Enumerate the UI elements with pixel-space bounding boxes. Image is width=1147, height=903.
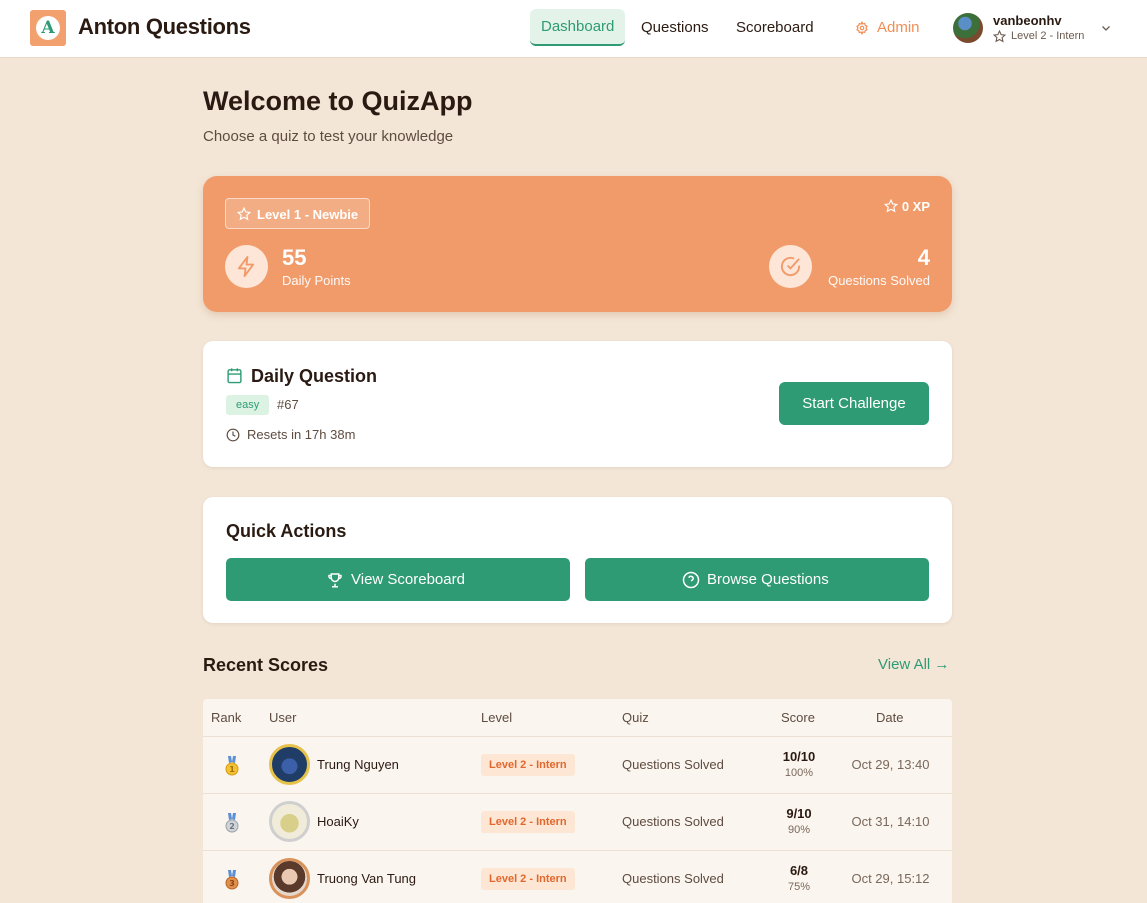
recent-scores-title: Recent Scores [203, 655, 329, 675]
chevron-down-icon[interactable] [1100, 22, 1112, 34]
question-number: #67 [277, 397, 299, 412]
quick-actions-title: Quick Actions [226, 521, 347, 541]
trophy-icon [328, 573, 342, 588]
clock-icon [226, 428, 240, 442]
level-badge: Level 1 - Newbie [225, 198, 370, 229]
daily-points-label: Daily Points [282, 273, 351, 288]
score-value: 9/10 [786, 806, 812, 821]
gear-icon [856, 21, 868, 35]
view-scoreboard-label: View Scoreboard [351, 571, 465, 588]
level-badge: Level 2 - Intern [481, 754, 575, 776]
score-date: Oct 31, 14:10 [851, 814, 930, 829]
check-circle-icon [780, 256, 801, 277]
view-scoreboard-button[interactable]: View Scoreboard [226, 558, 570, 601]
quiz-name: Questions Solved [622, 814, 724, 829]
level-badge: Level 2 - Intern [481, 868, 575, 890]
difficulty-badge: easy [226, 395, 270, 415]
daily-points-value: 55 [282, 245, 307, 270]
page-subtitle: Choose a quiz to test your knowledge [203, 128, 454, 145]
daily-question-card: Daily Question easy #67 Resets in 17h 38… [203, 341, 952, 467]
quick-actions-card: Quick Actions View Scoreboard Browse Que… [203, 497, 952, 623]
star-icon [237, 207, 251, 221]
user-avatar[interactable] [953, 13, 983, 43]
star-icon [883, 199, 898, 213]
xp-display: 0 XP [883, 199, 930, 214]
xp-value: 0 XP [901, 199, 930, 214]
calendar-icon [227, 368, 242, 384]
column-header-level: Level [481, 710, 513, 725]
start-challenge-button[interactable]: Start Challenge [779, 382, 929, 425]
score-percent: 90% [787, 824, 811, 836]
bronze-medal-icon: 3 [225, 870, 239, 890]
daily-points-icon-circle [225, 245, 268, 288]
quiz-name: Questions Solved [622, 871, 724, 886]
avatar[interactable] [269, 801, 310, 842]
user-name[interactable]: Trung Nguyen [317, 757, 399, 772]
user-name[interactable]: HoaiKy [317, 814, 359, 829]
quiz-name: Questions Solved [622, 757, 724, 772]
reset-timer: Resets in 17h 38m [247, 427, 356, 442]
stats-card: Level 1 - Newbie 0 XP 55 Daily Points 4 … [203, 176, 952, 312]
svg-text:3: 3 [229, 879, 235, 888]
browse-questions-label: Browse Questions [707, 571, 829, 588]
recent-scores-table: Rank User Level Quiz Score Date 1 Trung … [203, 699, 952, 903]
lightning-icon [237, 255, 255, 278]
gold-medal-icon: 1 [225, 756, 239, 776]
score-date: Oct 29, 13:40 [851, 757, 930, 772]
score-value: 6/8 [789, 863, 809, 878]
avatar[interactable] [269, 858, 310, 899]
brand-name[interactable]: Anton Questions [78, 14, 251, 40]
avatar[interactable] [269, 744, 310, 785]
user-level-label: Level 2 - Intern [1011, 30, 1085, 42]
score-date: Oct 29, 15:12 [851, 871, 930, 886]
column-header-date: Date [876, 710, 904, 725]
score-value: 10/10 [782, 749, 816, 764]
table-row[interactable]: 3 Truong Van Tung Level 2 - Intern Quest… [203, 850, 952, 903]
nav-dashboard[interactable]: Dashboard [530, 9, 626, 46]
svg-text:1: 1 [229, 765, 235, 774]
table-row[interactable]: 1 Trung Nguyen Level 2 - Intern Question… [203, 736, 952, 793]
user-name[interactable]: Truong Van Tung [317, 871, 416, 886]
star-icon [993, 30, 1006, 43]
table-row[interactable]: 2 HoaiKy Level 2 - Intern Questions Solv… [203, 793, 952, 850]
user-name[interactable]: vanbeonhv [993, 13, 1062, 28]
admin-label: Admin [877, 19, 920, 36]
svg-text:2: 2 [229, 822, 235, 831]
questions-solved-label: Questions Solved [828, 273, 930, 288]
nav-scoreboard[interactable]: Scoreboard [725, 9, 825, 46]
questions-solved-icon-circle [769, 245, 812, 288]
silver-medal-icon: 2 [225, 813, 239, 833]
column-header-quiz: Quiz [622, 710, 649, 725]
score-percent: 75% [787, 881, 811, 893]
browse-questions-button[interactable]: Browse Questions [585, 558, 929, 601]
column-header-rank: Rank [211, 710, 242, 725]
questions-solved-value: 4 [917, 245, 930, 270]
help-circle-icon [682, 571, 700, 589]
column-header-score: Score [781, 710, 815, 725]
app-logo[interactable]: A [30, 10, 66, 46]
daily-question-title: Daily Question [251, 366, 378, 386]
top-header: A Anton Questions Dashboard Questions Sc… [0, 0, 1147, 58]
logo-letter: A [36, 16, 60, 40]
level-label: Level 1 - Newbie [257, 207, 359, 222]
column-header-user: User [269, 710, 297, 725]
view-all-link[interactable]: View All → [878, 656, 949, 673]
nav-questions[interactable]: Questions [630, 9, 720, 46]
page-title: Welcome to QuizApp [203, 86, 473, 116]
level-badge: Level 2 - Intern [481, 811, 575, 833]
score-percent: 100% [784, 767, 814, 779]
